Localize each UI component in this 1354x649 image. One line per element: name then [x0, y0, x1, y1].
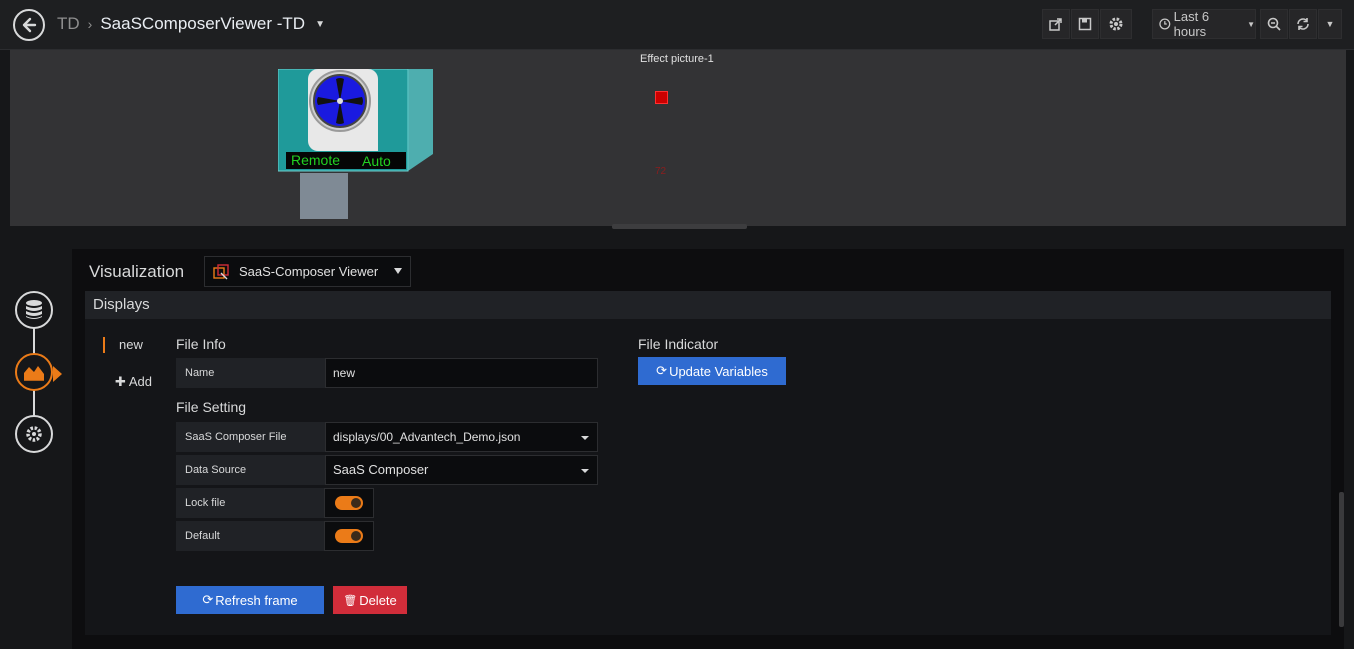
time-range-label: Last 6 hours: [1173, 9, 1210, 39]
panel-preview: Remote Auto Effect picture-1 72: [10, 50, 1346, 226]
share-icon: [1049, 18, 1062, 31]
fan-machine-graphic: Remote Auto: [278, 69, 433, 219]
caret-down-icon: [394, 268, 402, 274]
saas-composer-file-value: displays/00_Advantech_Demo.json: [333, 430, 521, 444]
arrow-left-icon: [22, 17, 37, 33]
add-display-button[interactable]: ✚ Add: [115, 374, 152, 390]
refresh-interval-dropdown[interactable]: ▼: [1318, 9, 1342, 39]
back-button[interactable]: [13, 9, 45, 41]
lock-file-label: Lock file: [176, 488, 325, 518]
caret-down-icon: [581, 436, 589, 440]
database-icon: [26, 300, 42, 319]
name-label: Name: [176, 358, 325, 388]
delete-label: Delete: [359, 592, 397, 608]
effect-picture-label: Effect picture-1: [640, 53, 714, 65]
default-toggle[interactable]: [335, 529, 363, 543]
caret-down-icon[interactable]: ▼: [315, 19, 325, 30]
settings-button[interactable]: [1100, 9, 1132, 39]
refresh-frame-button[interactable]: ⟳ Refresh frame: [176, 586, 324, 614]
panel-resize-handle[interactable]: [612, 224, 747, 229]
save-dashboard-button[interactable]: [1071, 9, 1099, 39]
active-tab-pointer: [53, 366, 62, 382]
caret-down-icon: ▼: [1247, 19, 1255, 29]
save-icon: [1078, 17, 1092, 31]
breadcrumb: TD › SaaSComposerViewer -TD ▼: [57, 14, 325, 34]
plus-icon: ✚: [115, 374, 126, 389]
update-variables-button[interactable]: ⟳ Update Variables: [638, 357, 786, 385]
refresh-icon: [1297, 18, 1309, 30]
wrench-gear-icon: [26, 426, 42, 442]
general-settings-tab[interactable]: [15, 415, 53, 453]
refresh-icon: ⟳: [202, 592, 214, 607]
saas-composer-file-select[interactable]: displays/00_Advantech_Demo.json: [325, 422, 598, 452]
displays-section-header: Displays: [85, 291, 1331, 319]
file-indicator-title: File Indicator: [638, 336, 719, 352]
default-label: Default: [176, 521, 325, 551]
time-range-picker[interactable]: Last 6 hours ▼: [1152, 9, 1256, 39]
visualization-label: Visualization: [89, 262, 185, 281]
status-indicator: [655, 91, 668, 104]
gear-icon: [1109, 17, 1123, 31]
data-source-select[interactable]: SaaS Composer: [325, 455, 598, 485]
editor-scrollbar[interactable]: [1339, 492, 1344, 627]
visualization-tab[interactable]: [15, 353, 53, 391]
breadcrumb-separator: ›: [87, 16, 93, 32]
file-setting-title: File Setting: [176, 399, 247, 415]
lock-file-toggle[interactable]: [335, 496, 363, 510]
default-toggle-container: [324, 521, 374, 551]
queries-tab[interactable]: [15, 291, 53, 329]
displays-section-body: new ✚ Add File Info Name new File Settin…: [85, 319, 1331, 635]
data-source-label: Data Source: [176, 455, 325, 485]
breadcrumb-parent-link[interactable]: TD: [57, 14, 80, 34]
top-navbar: TD › SaaSComposerViewer -TD ▼ Last 6 hou…: [0, 0, 1354, 50]
lock-file-toggle-container: [324, 488, 374, 518]
zoom-out-icon: [1267, 17, 1281, 31]
machine-remote-label: Remote: [291, 152, 340, 168]
refresh-icon: ⟳: [656, 363, 668, 378]
file-info-title: File Info: [176, 336, 226, 352]
value-readout: 72: [655, 166, 667, 177]
area-chart-icon: [24, 366, 44, 381]
clock-icon: [1159, 18, 1171, 30]
visualization-value: SaaS-Composer Viewer: [239, 264, 379, 279]
editor-side-rail: [0, 240, 70, 649]
refresh-frame-label: Refresh frame: [215, 592, 298, 608]
saas-composer-plugin-icon: [213, 263, 229, 279]
delete-button[interactable]: 🗑 Delete: [333, 586, 407, 614]
caret-down-icon: [581, 469, 589, 473]
panel-editor: Visualization SaaS-Composer Viewer Displ…: [72, 249, 1344, 649]
add-display-label: Add: [128, 374, 152, 389]
name-input[interactable]: new: [325, 358, 598, 388]
saas-composer-file-label: SaaS Composer File: [176, 422, 325, 452]
share-button[interactable]: [1042, 9, 1070, 39]
refresh-dashboard-button[interactable]: [1289, 9, 1317, 39]
machine-auto-label: Auto: [362, 153, 391, 169]
data-source-value: SaaS Composer: [333, 462, 429, 477]
dashboard-title[interactable]: SaaSComposerViewer -TD: [100, 14, 305, 34]
caret-down-icon: ▼: [1325, 19, 1335, 29]
zoom-out-button[interactable]: [1260, 9, 1288, 39]
visualization-picker[interactable]: SaaS-Composer Viewer: [204, 256, 411, 287]
trash-icon: 🗑: [343, 594, 358, 607]
display-tab-new[interactable]: new: [103, 337, 143, 353]
update-variables-label: Update Variables: [669, 363, 768, 379]
